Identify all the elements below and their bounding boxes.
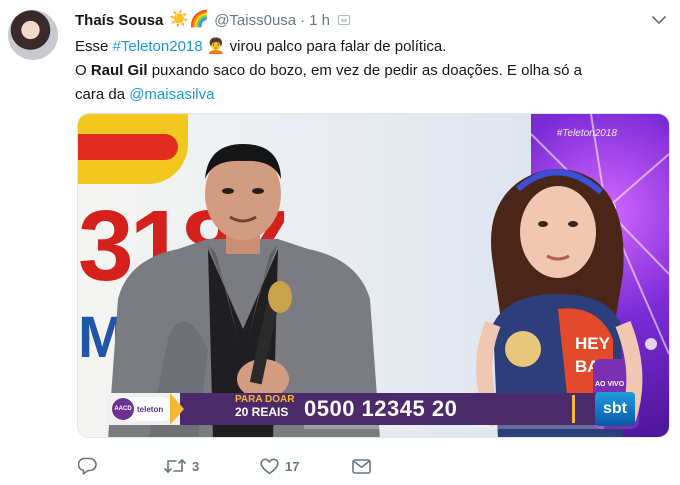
banner-divider: [572, 395, 575, 423]
separator-dot: ·: [300, 11, 306, 29]
tweet-image[interactable]: 3187 M #Teleton2018 HEY AACD teleton PAR…: [77, 113, 670, 438]
retweet-button[interactable]: 3: [164, 458, 260, 474]
mention-link[interactable]: @maisasilva: [129, 86, 214, 103]
text-segment: puxando saco do bozo, em vez de pedir as…: [147, 62, 582, 79]
image-icon: [338, 15, 350, 25]
author-handle[interactable]: @Taiss0usa: [214, 12, 296, 29]
retweet-icon: [164, 459, 186, 473]
shirt-text: HEY: [575, 334, 611, 353]
tweet-menu-caret[interactable]: [649, 10, 669, 30]
direct-message-button[interactable]: [352, 458, 371, 474]
sbt-logo: sbt: [595, 392, 635, 426]
text-segment: Esse: [75, 38, 113, 55]
author-name[interactable]: Thaís Sousa: [75, 12, 163, 29]
aacd-teleton-logo: AACD teleton: [112, 397, 174, 421]
banner-phone: 0500 12345 20: [304, 396, 458, 421]
chevron-down-icon: [652, 15, 666, 24]
tweet-line-2: O Raul Gil puxando saco do bozo, em vez …: [75, 59, 665, 83]
reply-button[interactable]: [78, 457, 164, 475]
hashtag-link[interactable]: #Teleton2018: [113, 38, 203, 55]
author-emoji: ☀️🌈: [169, 11, 210, 28]
reply-icon: [78, 457, 97, 475]
banner-small-print: [304, 425, 604, 429]
live-indicator: AO VIVO: [595, 381, 625, 388]
hashtag-emoji: 🧑‍🦱: [202, 38, 226, 55]
hashtag-watermark: #Teleton2018: [556, 128, 617, 139]
aacd-circle: AACD: [112, 398, 134, 420]
text-segment: virou palco para falar de política.: [225, 38, 447, 55]
like-count: 17: [285, 458, 300, 474]
tweet-actions: 3 17: [78, 456, 371, 476]
tweet-line-1: Esse #Teleton2018 🧑‍🦱 virou palco para f…: [75, 35, 665, 59]
envelope-icon: [352, 458, 371, 474]
aacd-label: teleton: [137, 404, 164, 414]
text-segment: cara da: [75, 86, 130, 103]
like-button[interactable]: 17: [260, 458, 352, 475]
tweet-text: Esse #Teleton2018 🧑‍🦱 virou palco para f…: [75, 35, 665, 107]
retweet-count: 3: [192, 458, 200, 474]
text-segment: O: [75, 62, 91, 79]
avatar[interactable]: [8, 10, 58, 60]
tweet-line-3: cara da @maisasilva: [75, 83, 665, 107]
banner-para-doar: PARA DOAR: [235, 394, 295, 405]
tweet-header: Thaís Sousa ☀️🌈 @Taiss0usa · 1 h: [75, 9, 350, 31]
heart-icon: [260, 458, 279, 474]
tweet-timestamp[interactable]: 1 h: [309, 12, 330, 29]
bold-name: Raul Gil: [90, 62, 148, 79]
banner-amount: 20 REAIS: [235, 405, 289, 419]
